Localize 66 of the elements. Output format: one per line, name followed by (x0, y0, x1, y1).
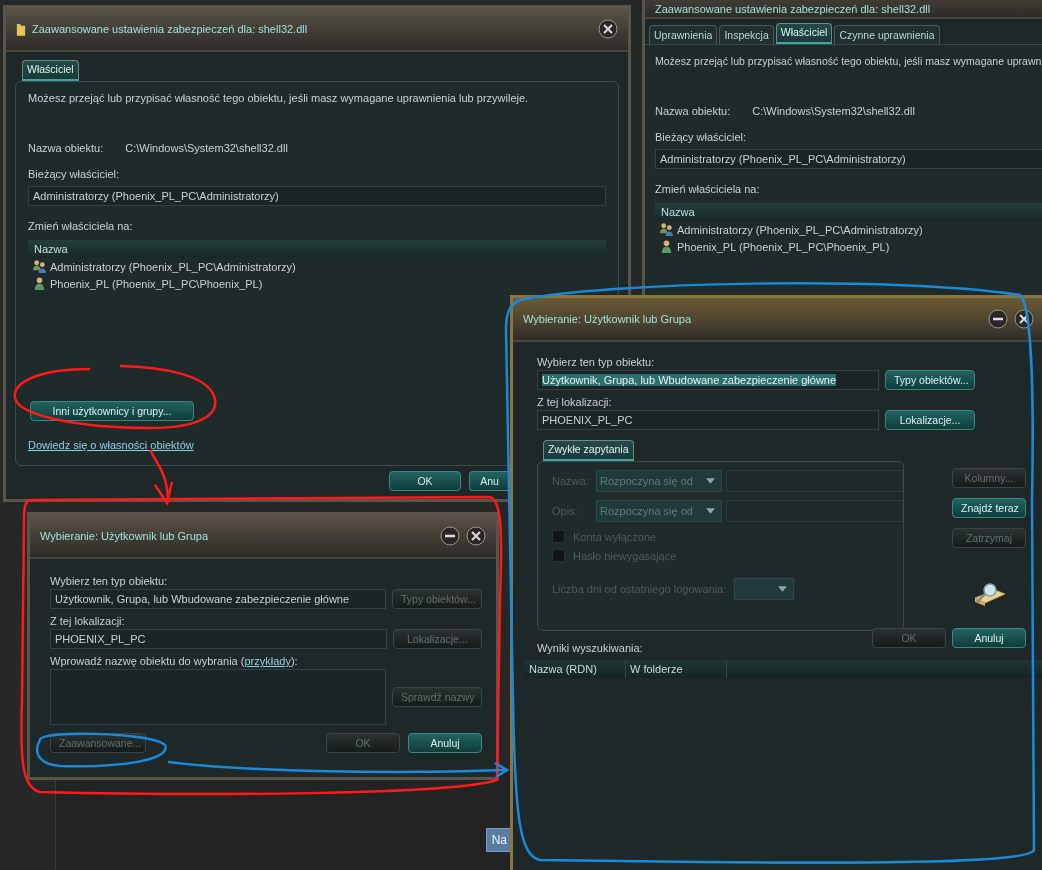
current-owner-label: Bieżący właściciel: (655, 131, 748, 143)
locations-button[interactable]: Lokalizacje... (885, 410, 975, 430)
owner-list-item[interactable]: Administratorzy (Phoenix_PL_PC\Administratorzy) (655, 221, 927, 238)
close-icon[interactable] (598, 19, 618, 39)
examples-link[interactable]: przykłady (244, 655, 291, 667)
window-title: Wybieranie: Użytkownik lub Grupa (523, 313, 693, 325)
object-names-field[interactable] (50, 669, 386, 725)
location-field[interactable]: PHOENIX_PL_PC (50, 629, 387, 649)
column-header: Nazwa (655, 203, 1042, 221)
users-icon (32, 259, 47, 274)
object-name-value: C:\Windows\System32\shell32.dll (752, 105, 915, 117)
change-owner-label: Zmień właściciela na: (28, 220, 134, 232)
current-owner-label: Bieżący właściciel: (28, 168, 121, 180)
side-button[interactable]: Znajdź teraz (952, 498, 1026, 518)
owner-list-item[interactable]: Phoenix_PL (Phoenix_PL_PC\Phoenix_PL) (655, 238, 894, 255)
current-owner-field: Administratorzy (Phoenix_PL_PC\Administratorzy) (655, 149, 1042, 169)
minimize-icon[interactable] (440, 526, 460, 546)
users-icon (659, 222, 674, 237)
description-text: Możesz przejąć lub przypisać własność tego obiektu, jeśli masz wymagane uprawnienia lub przywileje. (28, 92, 530, 104)
cancel-button[interactable]: Anuluj (408, 733, 482, 753)
owner-list-item[interactable]: Administratorzy (Phoenix_PL_PC\Administratorzy) (28, 258, 300, 275)
object-types-button[interactable]: Typy obiektów... (885, 370, 975, 390)
object-names-label: Wprowadź nazwę obiektu do wybrania (przykłady): (50, 655, 299, 667)
window-title: Zaawansowane ustawienia zabezpieczeń dla: shell32.dll (32, 23, 309, 35)
object-name-label: Nazwa obiektu: (28, 142, 104, 154)
other-users-button[interactable]: Inni użytkownicy i grupy... (30, 401, 194, 421)
tab[interactable]: Właściciel (22, 60, 79, 81)
close-icon[interactable] (1014, 309, 1034, 329)
user-icon (32, 276, 47, 291)
tab[interactable]: Inspekcja (719, 25, 774, 44)
location-field[interactable]: PHOENIX_PL_PC (537, 410, 879, 430)
change-owner-label: Zmień właściciela na: (655, 183, 761, 195)
dialog-button[interactable]: Anu (469, 471, 509, 491)
close-icon[interactable] (466, 526, 486, 546)
tab[interactable]: Właściciel (775, 23, 833, 44)
owner-list-item[interactable]: Phoenix_PL (Phoenix_PL_PC\Phoenix_PL) (28, 275, 267, 292)
dialog-button[interactable]: Na (485, 828, 513, 852)
column-header: Nazwa (28, 240, 606, 258)
window-title: Zaawansowane ustawienia zabezpieczeń dla: shell32.dll (655, 3, 932, 15)
tab[interactable]: Uprawnienia (649, 25, 718, 44)
minimize-icon[interactable] (988, 309, 1008, 329)
object-name-value: C:\Windows\System32\shell32.dll (125, 142, 288, 154)
tab[interactable]: Zwykłe zapytania (543, 440, 634, 461)
object-type-field[interactable]: Użytkownik, Grupa, lub Wbudowane zabezpieczenie główne (537, 370, 879, 390)
window-title: Wybieranie: Użytkownik lub Grupa (40, 530, 210, 542)
annotation-arrow (148, 449, 174, 507)
dialog-button[interactable]: OK (389, 471, 461, 491)
cancel-button[interactable]: Anuluj (952, 628, 1026, 648)
object-type-label: Wybierz ten typ obiektu: (50, 575, 169, 587)
user-icon (659, 239, 674, 254)
caret-icon (778, 586, 788, 592)
current-owner-field: Administratorzy (Phoenix_PL_PC\Administratorzy) (28, 186, 606, 206)
tab[interactable]: Czynne uprawnienia (834, 25, 940, 44)
location-label: Z tej lokalizacji: (50, 615, 126, 627)
learn-link[interactable]: Dowiedz się o własności obiektów (28, 439, 194, 451)
object-type-field[interactable]: Użytkownik, Grupa, lub Wbudowane zabezpieczenie główne (50, 589, 386, 609)
caret-icon (706, 508, 715, 514)
column-header[interactable]: Nazwa (RDN) (525, 660, 626, 678)
description-text: Możesz przejąć lub przypisać własność tego obiektu, jeśli masz wymagane uprawn (655, 55, 1042, 67)
object-name-label: Nazwa obiektu: (655, 105, 731, 117)
object-type-label: Wybierz ten typ obiektu: (537, 356, 656, 368)
caret-icon (706, 478, 715, 484)
column-header[interactable]: W folderze (626, 660, 727, 678)
folder-icon (16, 21, 26, 37)
results-label: Wyniki wyszukiwania: (537, 642, 644, 654)
location-label: Z tej lokalizacji: (537, 396, 613, 408)
